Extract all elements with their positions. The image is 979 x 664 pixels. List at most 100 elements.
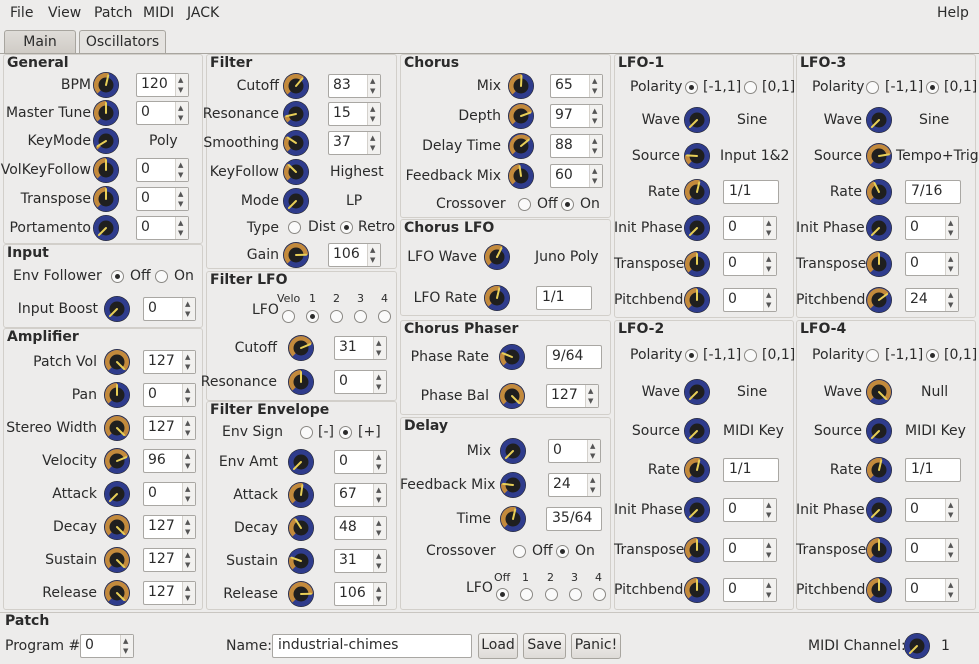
env-attack-knob[interactable]	[288, 482, 314, 508]
amp-attack-spinbox[interactable]: 0 ▲ ▼	[143, 482, 196, 506]
spin-arrows-icon[interactable]: ▲ ▼	[587, 440, 600, 462]
transpose-spinbox[interactable]: 0 ▲ ▼	[136, 187, 189, 211]
program-spinbox[interactable]: 0 ▲ ▼	[80, 634, 134, 658]
spin-arrows-icon[interactable]: ▲ ▼	[367, 132, 380, 154]
bpm-spinbox[interactable]: 120 ▲ ▼	[136, 73, 189, 97]
lfo1-transpose-spinbox[interactable]: 0 ▲ ▼	[723, 252, 777, 276]
lfo2-unipolar-radio[interactable]	[744, 349, 757, 362]
lfo2-transpose-knob[interactable]	[684, 537, 710, 563]
panic-button[interactable]: Panic!	[571, 633, 621, 659]
lfo4-rate-entry[interactable]: 1/1	[905, 458, 961, 482]
delay-crossover-off-radio[interactable]	[513, 545, 526, 558]
spin-arrows-icon[interactable]: ▲ ▼	[182, 483, 195, 505]
lfo1-rate-knob[interactable]	[684, 179, 710, 205]
stereo-width-knob[interactable]	[104, 415, 130, 441]
spin-arrows-icon[interactable]: ▲ ▼	[175, 102, 188, 124]
lfo4-bipolar-radio[interactable]	[866, 349, 879, 362]
chorus-depth-knob[interactable]	[508, 103, 534, 129]
delay-lfo-4-radio[interactable]	[593, 588, 606, 601]
resonance-knob[interactable]	[283, 101, 309, 127]
lfo1-pitchbend-spinbox[interactable]: 0 ▲ ▼	[723, 288, 777, 312]
amp-attack-knob[interactable]	[104, 481, 130, 507]
spin-arrows-icon[interactable]: ▲ ▼	[367, 244, 380, 266]
spin-arrows-icon[interactable]: ▲ ▼	[373, 583, 386, 605]
lfo1-transpose-knob[interactable]	[684, 251, 710, 277]
menu-patch[interactable]: Patch	[94, 5, 132, 21]
spin-arrows-icon[interactable]: ▲ ▼	[585, 385, 598, 407]
spin-arrows-icon[interactable]: ▲ ▼	[945, 253, 958, 275]
load-button[interactable]: Load	[478, 633, 518, 659]
filter-lfo-cutoff-knob[interactable]	[288, 335, 314, 361]
spin-arrows-icon[interactable]: ▲ ▼	[182, 582, 195, 604]
filter-lfo-2-radio[interactable]	[330, 310, 343, 323]
tab-oscillators[interactable]: Oscillators	[79, 30, 166, 54]
delay-lfo-off-radio[interactable]	[496, 588, 509, 601]
spin-arrows-icon[interactable]: ▲ ▼	[367, 75, 380, 97]
env-decay-knob[interactable]	[288, 515, 314, 541]
spin-arrows-icon[interactable]: ▲ ▼	[373, 550, 386, 572]
portamento-knob[interactable]	[93, 215, 119, 241]
chorus-depth-spinbox[interactable]: 97 ▲ ▼	[550, 104, 603, 128]
smoothing-spinbox[interactable]: 37 ▲ ▼	[328, 131, 381, 155]
amp-sustain-knob[interactable]	[104, 547, 130, 573]
delay-mix-spinbox[interactable]: 0 ▲ ▼	[548, 439, 601, 463]
lfo1-pitchbend-knob[interactable]	[684, 287, 710, 313]
env-decay-spinbox[interactable]: 48 ▲ ▼	[334, 516, 387, 540]
env-sustain-spinbox[interactable]: 31 ▲ ▼	[334, 549, 387, 573]
cutoff-spinbox[interactable]: 83 ▲ ▼	[328, 74, 381, 98]
cutoff-knob[interactable]	[283, 73, 309, 99]
lfo3-rate-knob[interactable]	[866, 179, 892, 205]
chorus-mix-spinbox[interactable]: 65 ▲ ▼	[550, 74, 603, 98]
lfo3-transpose-spinbox[interactable]: 0 ▲ ▼	[905, 252, 959, 276]
master-tune-spinbox[interactable]: 0 ▲ ▼	[136, 101, 189, 125]
stereo-width-spinbox[interactable]: 127 ▲ ▼	[143, 416, 196, 440]
spin-arrows-icon[interactable]: ▲ ▼	[945, 499, 958, 521]
amp-release-spinbox[interactable]: 127 ▲ ▼	[143, 581, 196, 605]
spin-arrows-icon[interactable]: ▲ ▼	[175, 188, 188, 210]
spin-arrows-icon[interactable]: ▲ ▼	[763, 499, 776, 521]
volkeyfollow-knob[interactable]	[93, 157, 119, 183]
lfo2-wave-knob[interactable]	[684, 379, 710, 405]
lfo3-wave-knob[interactable]	[866, 107, 892, 133]
env-sign-neg-radio[interactable]	[300, 426, 313, 439]
delay-mix-knob[interactable]	[500, 438, 526, 464]
lfo1-wave-knob[interactable]	[684, 107, 710, 133]
spin-arrows-icon[interactable]: ▲ ▼	[945, 217, 958, 239]
delay-feedback-spinbox[interactable]: 24 ▲ ▼	[548, 473, 601, 497]
menu-midi[interactable]: MIDI	[143, 5, 174, 21]
env-attack-spinbox[interactable]: 67 ▲ ▼	[334, 483, 387, 507]
delay-crossover-on-radio[interactable]	[556, 545, 569, 558]
lfo2-bipolar-radio[interactable]	[685, 349, 698, 362]
lfo1-rate-entry[interactable]: 1/1	[723, 180, 779, 204]
env-amt-knob[interactable]	[288, 449, 314, 475]
spin-arrows-icon[interactable]: ▲ ▼	[945, 579, 958, 601]
spin-arrows-icon[interactable]: ▲ ▼	[763, 579, 776, 601]
chorus-lfo-rate-entry[interactable]: 1/1	[536, 286, 592, 310]
delay-lfo-1-radio[interactable]	[520, 588, 533, 601]
lfo2-init-phase-spinbox[interactable]: 0 ▲ ▼	[723, 498, 777, 522]
phase-rate-knob[interactable]	[499, 344, 525, 370]
resonance-spinbox[interactable]: 15 ▲ ▼	[328, 102, 381, 126]
gain-spinbox[interactable]: 106 ▲ ▼	[328, 243, 381, 267]
lfo3-unipolar-radio[interactable]	[926, 81, 939, 94]
env-release-spinbox[interactable]: 106 ▲ ▼	[334, 582, 387, 606]
input-boost-knob[interactable]	[104, 296, 130, 322]
spin-arrows-icon[interactable]: ▲ ▼	[373, 337, 386, 359]
lfo4-transpose-knob[interactable]	[866, 537, 892, 563]
spin-arrows-icon[interactable]: ▲ ▼	[763, 253, 776, 275]
chorus-crossover-on-radio[interactable]	[561, 198, 574, 211]
lfo1-bipolar-radio[interactable]	[685, 81, 698, 94]
save-button[interactable]: Save	[523, 633, 566, 659]
spin-arrows-icon[interactable]: ▲ ▼	[945, 539, 958, 561]
lfo1-init-phase-knob[interactable]	[684, 215, 710, 241]
lfo3-transpose-knob[interactable]	[866, 251, 892, 277]
env-follower-off-radio[interactable]	[111, 270, 124, 283]
lfo2-transpose-spinbox[interactable]: 0 ▲ ▼	[723, 538, 777, 562]
menu-help[interactable]: Help	[937, 5, 969, 21]
velocity-spinbox[interactable]: 96 ▲ ▼	[143, 449, 196, 473]
lfo3-init-phase-knob[interactable]	[866, 215, 892, 241]
delay-time-entry[interactable]: 35/64	[546, 507, 602, 531]
velocity-knob[interactable]	[104, 448, 130, 474]
spin-arrows-icon[interactable]: ▲ ▼	[763, 539, 776, 561]
spin-arrows-icon[interactable]: ▲ ▼	[373, 484, 386, 506]
